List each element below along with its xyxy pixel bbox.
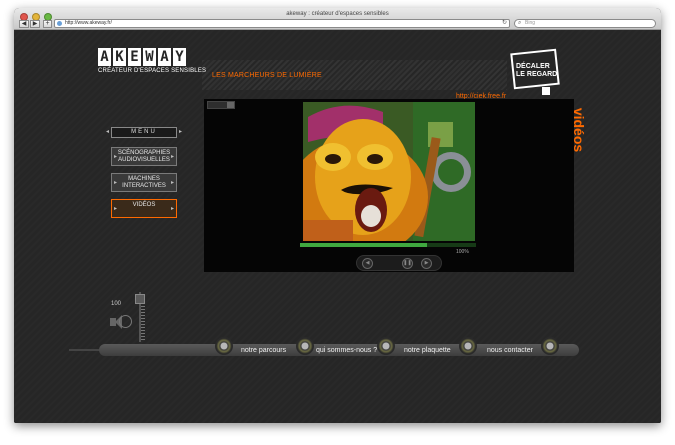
search-input[interactable]: ⌕ Bing <box>514 19 656 28</box>
reload-icon[interactable]: ↻ <box>502 20 507 27</box>
menu-item-scenographies[interactable]: ▸ SCÉNOGRAPHIES AUDIOVISUELLES ▸ <box>111 147 177 166</box>
nav-link-parcours[interactable]: notre parcours <box>241 347 286 354</box>
nav-link-qui-sommes-nous[interactable]: qui sommes-nous ? <box>316 347 377 354</box>
title-bar: akeway : créateur d'espaces sensibles ◀ … <box>14 8 661 30</box>
menu-item-line2: AUDIOVISUELLES <box>118 157 170 163</box>
player-tab[interactable] <box>207 101 235 109</box>
arrow-right-icon: ▸ <box>114 206 118 212</box>
menu-header: ◂ MENU ▸ <box>106 127 182 138</box>
progress-percent: 100% <box>456 249 469 255</box>
nav-link-contacter[interactable]: nous contacter <box>487 347 533 354</box>
nav-node-icon[interactable] <box>459 337 477 355</box>
history-buttons: ◀ ▶ <box>19 20 40 28</box>
volume-knob[interactable] <box>135 294 145 304</box>
search-icon: ⌕ <box>518 20 522 26</box>
search-placeholder: Bing <box>525 20 536 26</box>
address-text: http://www.akeway.fr/ <box>65 20 112 26</box>
menu-item-machines[interactable]: ▸ MACHINES INTERACTIVES ▸ <box>111 173 177 192</box>
menu-item-line1: SCÉNOGRAPHIES <box>117 150 171 156</box>
video-progress-bar[interactable] <box>300 243 476 247</box>
next-button[interactable]: ▶ <box>421 258 432 269</box>
page-heading: LES MARCHEURS DE LUMIÈRE <box>212 72 322 79</box>
video-progress-fill <box>300 243 427 247</box>
volume-slider[interactable] <box>135 292 145 342</box>
arrow-right-icon: ▸ <box>114 154 118 160</box>
video-player: 100% ◀ ❚❚ ▶ <box>204 99 574 272</box>
menu-item-line1: VIDÉOS <box>132 202 156 208</box>
globe-icon <box>57 21 62 26</box>
page-content: A K E W A Y CRÉATEUR D'ESPACES SENSIBLES… <box>14 30 661 423</box>
pixel-tail-icon <box>542 87 550 95</box>
logo-letter: Y <box>173 48 186 66</box>
forward-button[interactable]: ▶ <box>30 20 40 28</box>
volume-value: 100 <box>111 301 122 307</box>
video-frame[interactable] <box>303 102 475 241</box>
arrow-right-icon: ▸ <box>178 129 182 135</box>
decaler-line1: DÉCALER <box>516 63 550 70</box>
browser-window: akeway : créateur d'espaces sensibles ◀ … <box>14 8 661 423</box>
nav-node-icon[interactable] <box>377 337 395 355</box>
menu-item-line2: INTERACTIVES <box>122 183 166 189</box>
playback-controls: ◀ ❚❚ ▶ <box>356 255 442 271</box>
logo-letter: E <box>128 48 141 66</box>
previous-button[interactable]: ◀ <box>362 258 373 269</box>
decaler-line2: LE REGARD <box>516 71 558 78</box>
back-button[interactable]: ◀ <box>19 20 29 28</box>
decaler-le-regard-logo: DÉCALER LE REGARD <box>510 48 560 97</box>
akeway-logo[interactable]: A K E W A Y CRÉATEUR D'ESPACES SENSIBLES <box>98 48 206 74</box>
menu-item-videos[interactable]: ▸ VIDÉOS ▸ <box>111 199 177 218</box>
logo-letter: A <box>98 48 111 66</box>
menu-title: MENU <box>131 129 157 135</box>
video-still-image <box>303 102 475 241</box>
speaker-ring <box>119 315 132 328</box>
arrow-left-icon: ◂ <box>106 129 110 135</box>
logo-letter: A <box>158 48 171 66</box>
tab-close-icon[interactable] <box>227 102 234 108</box>
logo-letter: K <box>113 48 126 66</box>
speaker-icon[interactable] <box>110 315 132 329</box>
arrow-right-icon: ▸ <box>170 154 174 160</box>
address-bar[interactable]: http://www.akeway.fr/ ↻ <box>54 19 510 28</box>
nav-node-icon[interactable] <box>296 337 314 355</box>
nav-link-plaquette[interactable]: notre plaquette <box>404 347 451 354</box>
nav-node-icon[interactable] <box>215 337 233 355</box>
arrow-right-icon: ▸ <box>170 180 174 186</box>
logo-letters: A K E W A Y <box>98 48 206 66</box>
add-bookmark-button[interactable]: + <box>43 20 52 28</box>
arrow-right-icon: ▸ <box>114 180 118 186</box>
logo-letter: W <box>143 48 156 66</box>
volume-ticks <box>141 306 145 340</box>
pause-button[interactable]: ❚❚ <box>402 258 413 269</box>
logo-subtitle: CRÉATEUR D'ESPACES SENSIBLES <box>98 68 207 74</box>
menu-item-line1: MACHINES <box>128 176 160 182</box>
arrow-right-icon: ▸ <box>170 206 174 212</box>
nav-node-icon[interactable] <box>541 337 559 355</box>
window-title: akeway : créateur d'espaces sensibles <box>286 11 389 17</box>
